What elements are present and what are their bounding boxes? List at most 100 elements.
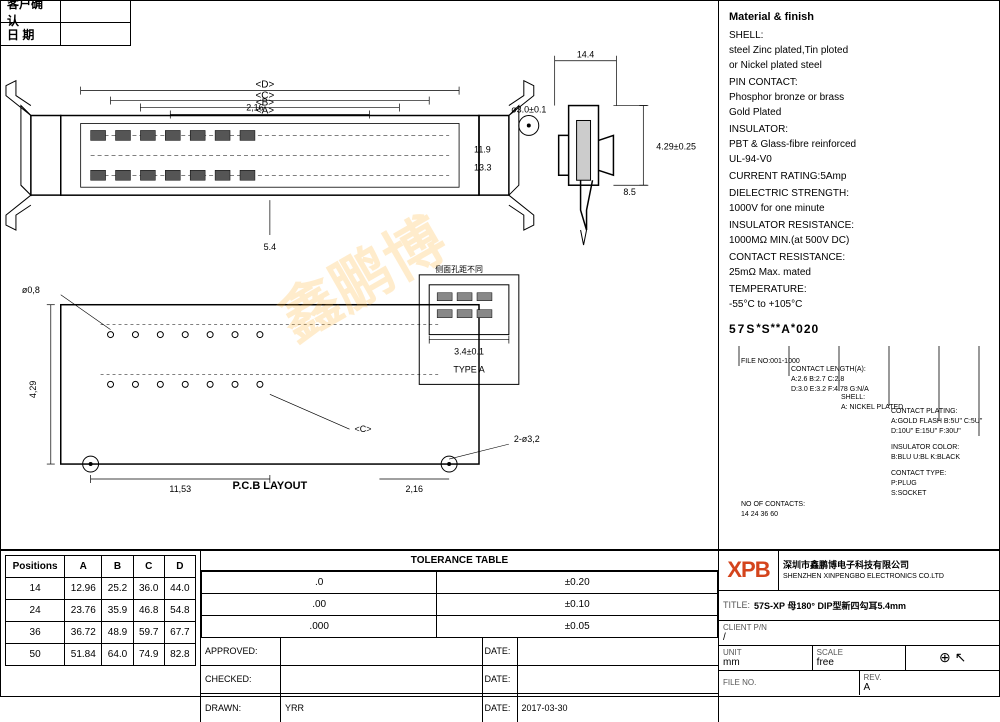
- insulator-label: INSULATOR:: [729, 122, 989, 137]
- svg-text:14.4: 14.4: [577, 50, 594, 60]
- insulator-value1: PBT & Glass-fibre reinforced: [729, 137, 989, 152]
- svg-text:3.4±0.1: 3.4±0.1: [454, 347, 484, 357]
- shell-label: SHELL:: [729, 28, 989, 43]
- company-info: 深圳市鑫鹏博电子科技有限公司 SHENZHEN XINPENGBO ELECTR…: [779, 551, 999, 590]
- svg-text:D:10U" E:15U" F:30U": D:10U" E:15U" F:30U": [891, 428, 961, 435]
- svg-text:NO OF CONTACTS:: NO OF CONTACTS:: [741, 501, 805, 508]
- svg-text:S:SOCKET: S:SOCKET: [891, 490, 927, 497]
- dielectric-label: DIELECTRIC STRENGTH:: [729, 186, 989, 201]
- unit-scale-row: UNIT mm SCALE free ⊕ ↖: [719, 646, 999, 671]
- company-row: XPB 深圳市鑫鹏博电子科技有限公司 SHENZHEN XINPENGBO EL…: [719, 551, 999, 591]
- col-b: B: [102, 555, 133, 577]
- svg-text:SHELL:: SHELL:: [841, 394, 865, 401]
- svg-text:13.3: 13.3: [474, 162, 491, 172]
- tolerance-title: TOLERANCE TABLE: [201, 551, 718, 571]
- col-positions: Positions: [6, 555, 65, 577]
- title-block: XPB 深圳市鑫鹏博电子科技有限公司 SHENZHEN XINPENGBO EL…: [719, 551, 999, 722]
- approved-row: APPROVED: DATE:: [201, 638, 718, 666]
- part-number-code: 57S * S ** A * 020: [729, 320, 989, 339]
- table-row: 5051.8464.074.982.8: [6, 643, 196, 665]
- svg-text:TYPE A: TYPE A: [453, 364, 484, 374]
- tolerance-row: .000±0.05: [202, 615, 718, 637]
- spec-contact-res: CONTACT RESISTANCE: 25mΩ Max. mated: [729, 250, 989, 280]
- spec-shell: SHELL: steel Zinc plated,Tin ploted or N…: [729, 28, 989, 73]
- tolerance-row: .0±0.20: [202, 571, 718, 593]
- table-row: 2423.7635.946.854.8: [6, 599, 196, 621]
- tolerance-table: .0±0.20.00±0.10.000±0.05: [201, 571, 718, 638]
- drawn-date-label: DATE:: [483, 694, 518, 722]
- part-diagram: 57S * S ** A * 020: [729, 320, 989, 541]
- svg-text:ø0,8: ø0,8: [22, 285, 40, 295]
- client-pn-value: /: [723, 632, 995, 643]
- title-value: 57S-XP 母180° DIP型新四勾耳5.4mm: [754, 599, 906, 612]
- scale-label: SCALE: [817, 648, 902, 657]
- rev-cell: REV. A: [860, 671, 1000, 695]
- svg-text:A:GOLD FLASH B:5U" C:5U": A:GOLD FLASH B:5U" C:5U": [891, 418, 983, 425]
- approved-date-value: [518, 638, 719, 665]
- bottom-center: TOLERANCE TABLE .0±0.20.00±0.10.000±0.05…: [201, 551, 719, 722]
- drawn-label: DRAWN:: [201, 694, 281, 722]
- svg-text:CONTACT LENGTH(A):: CONTACT LENGTH(A):: [791, 366, 866, 373]
- svg-text:8.5: 8.5: [623, 187, 635, 197]
- svg-text:CONTACT TYPE:: CONTACT TYPE:: [891, 470, 946, 477]
- svg-text:2-ø3,2: 2-ø3,2: [514, 434, 540, 444]
- spec-resistance: INSULATOR RESISTANCE: 1000MΩ MIN.(at 500…: [729, 218, 989, 248]
- col-a: A: [65, 555, 102, 577]
- tolerance-row: .00±0.10: [202, 593, 718, 615]
- shell-value1: steel Zinc plated,Tin ploted: [729, 43, 989, 58]
- resistance-value: 1000MΩ MIN.(at 500V DC): [729, 233, 989, 248]
- spec-area: Material & finish SHELL: steel Zinc plat…: [719, 1, 999, 549]
- svg-text:B:BLU U:BL K:BLACK: B:BLU U:BL K:BLACK: [891, 454, 960, 461]
- scale-value: free: [817, 657, 902, 668]
- rev-label: REV.: [864, 673, 996, 682]
- current-value: 5Amp: [820, 171, 846, 182]
- approved-date-label: DATE:: [483, 638, 518, 665]
- pin-plated: Gold Plated: [729, 105, 989, 120]
- svg-text:11.9: 11.9: [474, 144, 491, 154]
- drawn-row: DRAWN: YRR DATE: 2017-03-30: [201, 694, 718, 722]
- title-row: TITLE: 57S-XP 母180° DIP型新四勾耳5.4mm: [719, 591, 999, 621]
- checked-value: [281, 666, 483, 693]
- svg-text:4,29: 4,29: [28, 381, 38, 398]
- spec-insulator: INSULATOR: PBT & Glass-fibre reinforced …: [729, 122, 989, 167]
- checked-date-value: [518, 666, 719, 693]
- svg-text:11,53: 11,53: [169, 484, 191, 494]
- unit-value: mm: [723, 657, 808, 668]
- client-pn-cell: CLIENT P/N /: [719, 621, 999, 645]
- rev-value: A: [864, 682, 996, 693]
- company-name-cn: 深圳市鑫鹏博电子科技有限公司: [783, 559, 995, 572]
- contact-res-label: CONTACT RESISTANCE:: [729, 250, 989, 265]
- symbol-cell: ⊕ ↖: [906, 646, 999, 670]
- svg-text:2,16: 2,16: [246, 103, 263, 113]
- svg-text:D:3.0 E:3.2 F:4.78 G:N/A: D:3.0 E:3.2 F:4.78 G:N/A: [791, 386, 869, 393]
- contact-res-value: 25mΩ Max. mated: [729, 265, 989, 280]
- resistance-label: INSULATOR RESISTANCE:: [729, 218, 989, 233]
- position-table-container: Positions A B C D 1412.9625.236.044.0242…: [1, 551, 201, 722]
- material-finish-label: Material & finish: [729, 11, 814, 23]
- spec-current: CURRENT RATING:5Amp: [729, 169, 989, 184]
- svg-text:2,16: 2,16: [406, 484, 423, 494]
- top-section: 客户确认 日 期 鑫鹏博: [1, 1, 999, 550]
- scale-cell: SCALE free: [813, 646, 907, 670]
- file-rev-row: FILE NO. REV. A: [719, 671, 999, 695]
- drawn-value: YRR: [281, 694, 483, 722]
- current-label: CURRENT RATING:: [729, 171, 820, 182]
- svg-text:14 24 36 60: 14 24 36 60: [741, 511, 778, 518]
- insulator-value2: UL-94-V0: [729, 152, 989, 167]
- bottom-section: Positions A B C D 1412.9625.236.044.0242…: [1, 550, 999, 722]
- client-pn-label: CLIENT P/N: [723, 623, 995, 632]
- position-table: Positions A B C D 1412.9625.236.044.0242…: [5, 555, 196, 666]
- dielectric-value: 1000V for one minute: [729, 201, 989, 216]
- drawing-area: 客户确认 日 期 鑫鹏博: [1, 1, 719, 549]
- svg-text:A:2.6 B:2.7 C:2.8: A:2.6 B:2.7 C:2.8: [791, 376, 844, 383]
- spec-temp: TEMPERATURE: -55°C to +105°C: [729, 282, 989, 312]
- checked-date-label: DATE:: [483, 666, 518, 693]
- checked-row: CHECKED: DATE:: [201, 666, 718, 694]
- temp-value: -55°C to +105°C: [729, 297, 989, 312]
- drawn-date-value: 2017-03-30: [518, 694, 719, 722]
- spec-material-title: Material & finish: [729, 9, 989, 26]
- svg-text:4.29±0.25: 4.29±0.25: [656, 141, 696, 151]
- svg-text:5.4: 5.4: [264, 242, 276, 252]
- approved-label: APPROVED:: [201, 638, 281, 665]
- part-number-diagram-svg: FILE NO:001-1000 CONTACT LENGTH(A): A:2.…: [729, 341, 989, 541]
